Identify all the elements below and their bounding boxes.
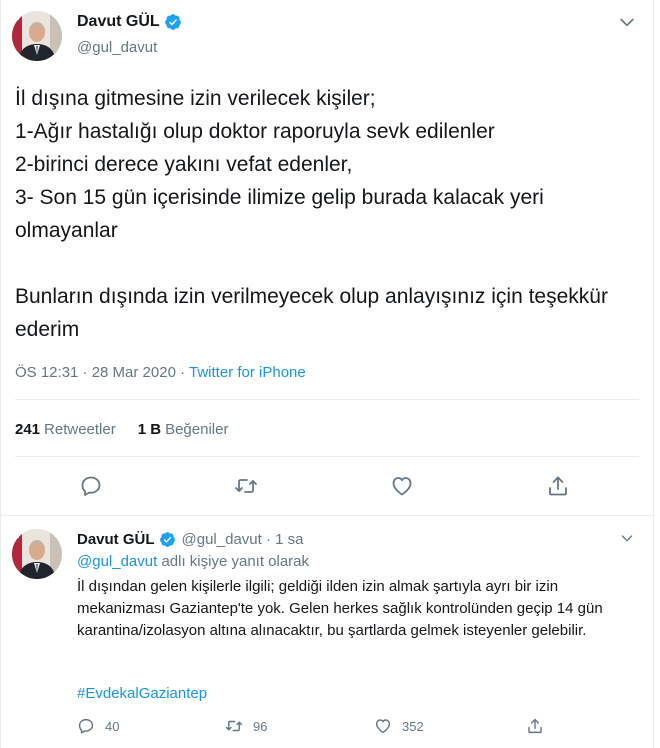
mention-link[interactable]: @gul_davut: [77, 553, 157, 570]
like-count: 1 B: [137, 421, 162, 438]
replying-suffix: adlı kişiye yanıt olarak: [157, 553, 310, 570]
retweet-count: 96: [253, 718, 268, 734]
share-icon: [526, 717, 544, 735]
likes-stat[interactable]: 1 B Beğeniler: [138, 421, 229, 438]
like-label: Beğeniler: [165, 421, 229, 438]
timeline-frame: Davut GÜL @gul_davut İl dışına gitmesine…: [0, 0, 655, 748]
reply-button[interactable]: 40: [77, 717, 119, 735]
avatar[interactable]: [12, 529, 62, 579]
chevron-down-icon[interactable]: [617, 12, 637, 32]
tweet-actions: [1, 472, 655, 500]
reply-icon: [77, 717, 95, 735]
retweet-label: Retweetler: [44, 421, 116, 438]
main-tweet: Davut GÜL @gul_davut İl dışına gitmesine…: [1, 0, 655, 516]
timestamp[interactable]: ÖS 12:31 · 28 Mar 2020 ·: [15, 364, 189, 381]
verified-badge-icon: [159, 531, 176, 548]
tweet-text: İl dışına gitmesine izin verilecek kişil…: [15, 87, 608, 341]
retweet-button[interactable]: 96: [225, 717, 267, 735]
heart-icon: [374, 717, 392, 735]
share-icon[interactable]: [546, 474, 570, 498]
retweets-stat[interactable]: 241 Retweetler: [15, 421, 116, 438]
author-handle-time[interactable]: @gul_davut · 1 sa: [182, 531, 304, 548]
chevron-down-icon[interactable]: [619, 530, 639, 550]
reply-icon[interactable]: [79, 474, 103, 498]
verified-badge-icon: [164, 13, 182, 31]
display-name[interactable]: Davut GÜL: [77, 531, 155, 548]
author-name-row: Davut GÜL @gul_davut · 1 sa: [77, 531, 303, 548]
retweet-count: 241: [15, 421, 41, 438]
divider: [15, 456, 639, 457]
hashtag-link[interactable]: #EvdekalGaziantep: [77, 685, 207, 702]
heart-icon[interactable]: [390, 474, 414, 498]
source-link[interactable]: Twitter for iPhone: [189, 364, 306, 381]
retweet-icon[interactable]: [234, 474, 258, 498]
engagement-stats: 241 Retweetler 1 B Beğeniler: [15, 421, 228, 438]
reply-count: 40: [105, 718, 120, 734]
replying-to: @gul_davut adlı kişiye yanıt olarak: [77, 553, 309, 570]
like-count: 352: [402, 718, 424, 734]
avatar[interactable]: [12, 11, 62, 61]
reply-actions: 40 96 352: [77, 717, 637, 737]
like-button[interactable]: 352: [374, 717, 424, 735]
retweet-icon: [225, 717, 243, 735]
divider: [15, 399, 639, 400]
share-button[interactable]: [526, 717, 544, 735]
reply-text: İl dışından gelen kişilerle ilgili; geld…: [77, 578, 603, 639]
author-handle[interactable]: @gul_davut: [77, 39, 157, 56]
tweet-meta: ÖS 12:31 · 28 Mar 2020 · Twitter for iPh…: [15, 364, 306, 381]
reply-tweet[interactable]: Davut GÜL @gul_davut · 1 sa @gul_davut a…: [1, 517, 655, 748]
author-name-row: Davut GÜL: [77, 13, 182, 31]
display-name[interactable]: Davut GÜL: [77, 13, 160, 31]
